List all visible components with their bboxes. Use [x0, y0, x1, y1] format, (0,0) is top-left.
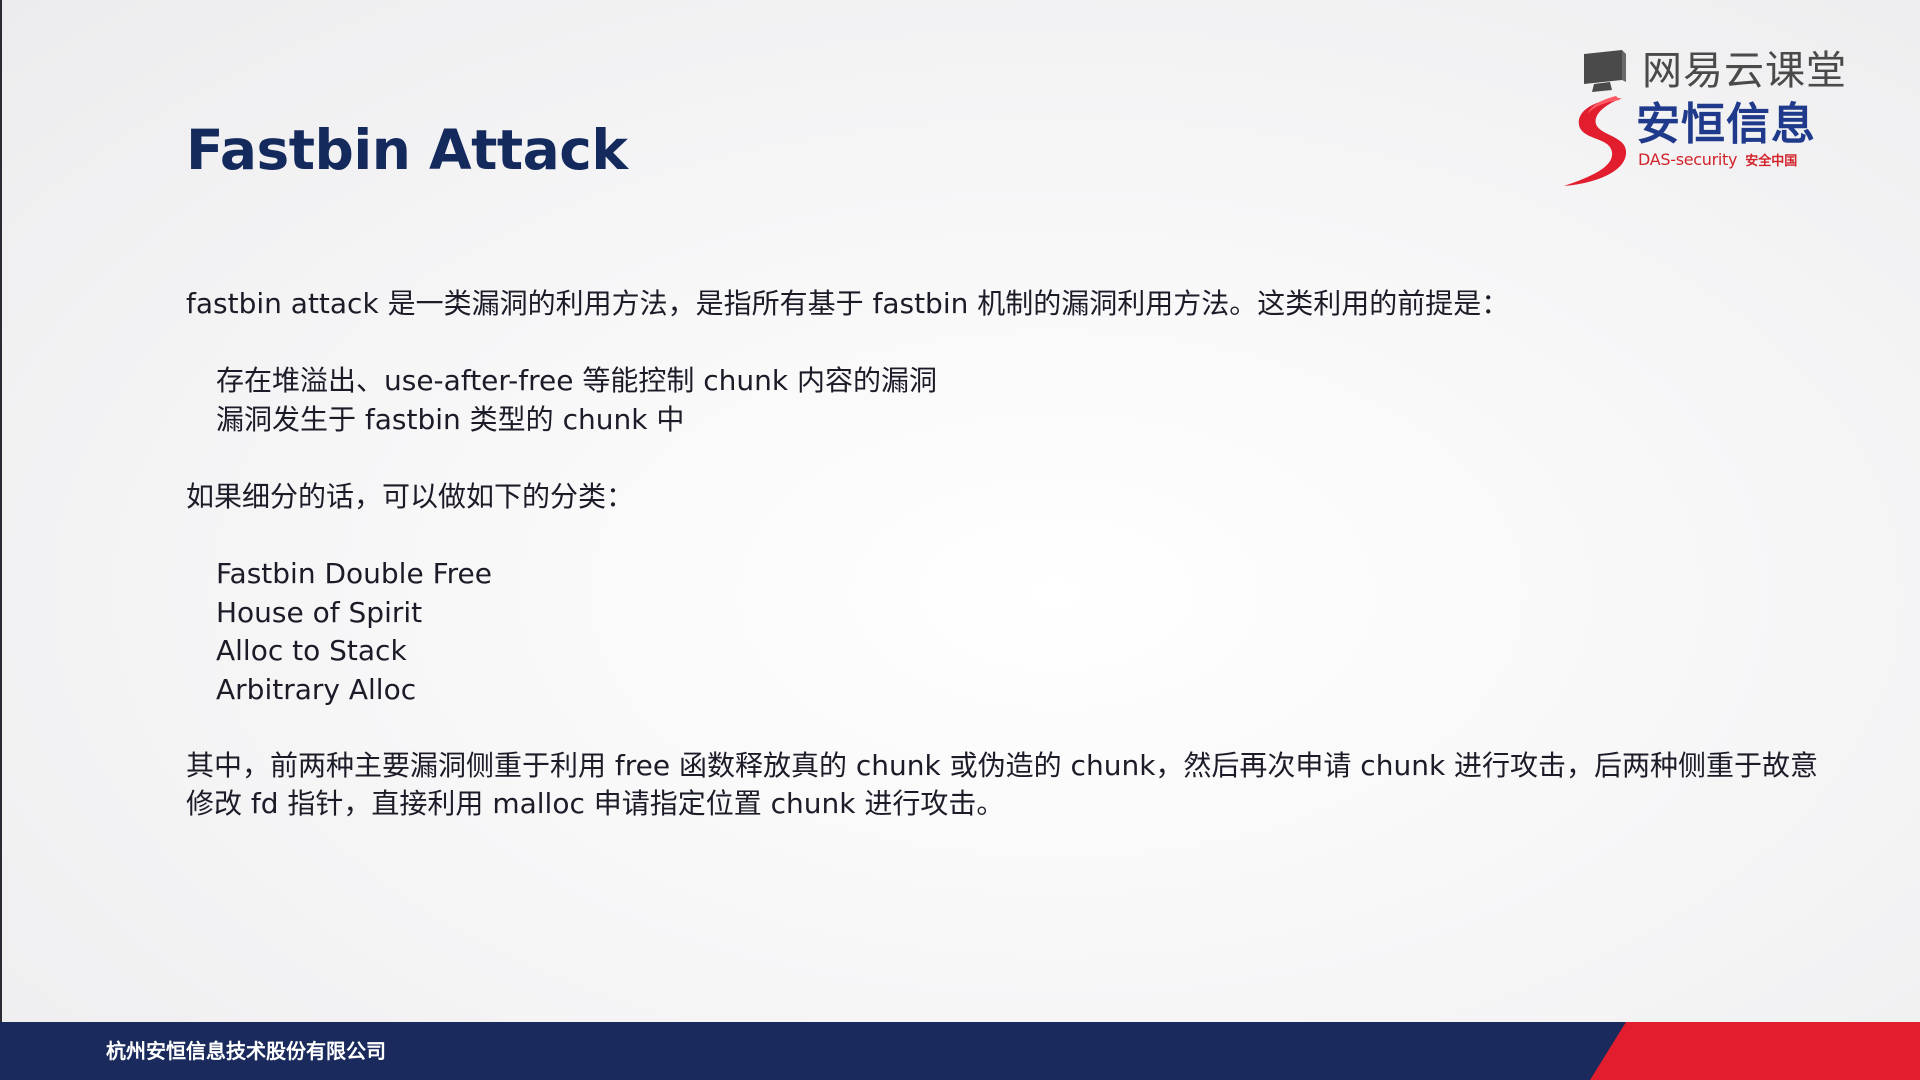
footer-company-name: 杭州安恒信息技术股份有限公司: [106, 1039, 386, 1063]
conclusion-paragraph: 其中，前两种主要漏洞侧重于利用 free 函数释放真的 chunk 或伪造的 c…: [186, 749, 1819, 820]
brand-logo: 网易云课堂 安恒信息 DAS-security 安全中国: [1560, 44, 1890, 194]
list-item: Arbitrary Alloc: [216, 672, 417, 706]
company-name-cn: 安恒信息: [1636, 99, 1816, 150]
company-name-en: DAS-security: [1638, 150, 1738, 169]
screen-icon: [1584, 50, 1626, 92]
list-item: House of Spirit: [216, 595, 423, 629]
footer-bar: 杭州安恒信息技术股份有限公司: [0, 1022, 1920, 1080]
slide-left-border: [0, 0, 2, 1022]
list-item: Fastbin Double Free: [216, 557, 492, 590]
brand-tagline: 安全中国: [1745, 154, 1798, 169]
slide-title: Fastbin Attack: [186, 118, 628, 182]
list-item: 存在堆溢出、use-after-free 等能控制 chunk 内容的漏洞: [216, 364, 937, 397]
subdivision-intro: 如果细分的话，可以做如下的分类：: [186, 480, 635, 513]
platform-name: 网易云课堂: [1642, 48, 1847, 94]
brand-subline: DAS-security 安全中国: [1638, 150, 1797, 172]
footer-red-accent: [1590, 1022, 1920, 1080]
swirl-logo-icon: [1564, 96, 1627, 186]
list-item: Alloc to Stack: [216, 634, 407, 667]
premises-list: 存在堆溢出、use-after-free 等能控制 chunk 内容的漏洞 漏洞…: [216, 362, 937, 439]
categories-list: Fastbin Double Free House of Spirit Allo…: [216, 555, 492, 709]
list-item: 漏洞发生于 fastbin 类型的 chunk 中: [216, 402, 685, 436]
intro-paragraph: fastbin attack 是一类漏洞的利用方法，是指所有基于 fastbin…: [186, 287, 1510, 320]
